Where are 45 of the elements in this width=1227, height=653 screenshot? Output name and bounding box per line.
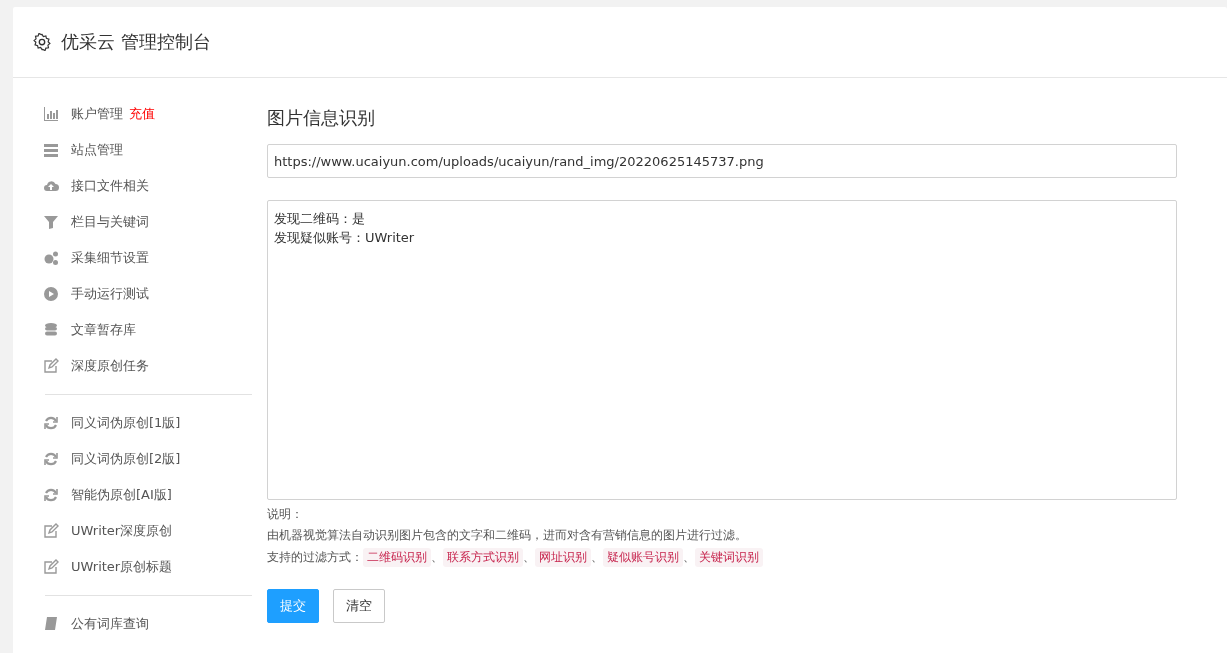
server-icon (43, 142, 59, 158)
sidebar-item[interactable]: 同义词伪原创[1版] (43, 405, 252, 441)
edit-icon (43, 559, 59, 575)
note-text: 由机器视觉算法自动识别图片包含的文字和二维码，进而对含有营销信息的图片进行过滤。 (267, 527, 748, 544)
methods-label: 支持的过滤方式： (267, 549, 363, 566)
sidebar-item[interactable]: 公有词库查询 (43, 606, 252, 642)
cloud-upload-icon (43, 178, 59, 194)
sidebar-item[interactable]: 栏目与关键词 (43, 204, 252, 240)
separator: 、 (591, 549, 603, 566)
sidebar-item[interactable]: UWriter深度原创 (43, 513, 252, 549)
sidebar-item[interactable]: 文章暂存库 (43, 312, 252, 348)
result-textarea[interactable]: 发现二维码：是 发现疑似账号：UWriter (267, 200, 1177, 500)
filter-icon (43, 214, 59, 230)
sidebar-item[interactable]: 手动运行测试 (43, 276, 252, 312)
edit-icon (43, 358, 59, 374)
sidebar-item[interactable]: 同义词伪原创[2版] (43, 441, 252, 477)
refresh-icon (43, 487, 59, 503)
sidebar-item[interactable]: 采集细节设置 (43, 240, 252, 276)
clear-button[interactable]: 清空 (333, 589, 385, 623)
settings-icon (33, 33, 51, 51)
bar-chart-icon (43, 106, 59, 122)
sidebar-item[interactable]: 智能伪原创[AI版] (43, 477, 252, 513)
separator: 、 (431, 549, 443, 566)
sidebar-item[interactable]: 深度原创任务 (43, 348, 252, 384)
url-field[interactable]: https://www.ucaiyun.com/uploads/ucaiyun/rand_img/20220625145737.png (267, 144, 1177, 178)
method-tag: 疑似账号识别 (603, 548, 683, 567)
note-label: 说明： (267, 506, 304, 523)
edit-icon (43, 523, 59, 539)
console-title: 优采云 管理控制台 (61, 30, 211, 54)
separator: 、 (683, 549, 695, 566)
play-icon (43, 286, 59, 302)
sidebar-item[interactable]: 接口文件相关 (43, 168, 252, 204)
method-tag: 关键词识别 (695, 548, 763, 567)
section-heading: 图片信息识别 (267, 106, 376, 130)
refresh-icon (43, 415, 59, 431)
sidebar-item[interactable]: UWriter原创标题 (43, 549, 252, 585)
recharge-link[interactable]: 充值 (129, 105, 155, 123)
database-icon (43, 322, 59, 338)
method-tag: 联系方式识别 (443, 548, 523, 567)
separator: 、 (523, 549, 535, 566)
method-tag: 二维码识别 (363, 548, 431, 567)
sidebar-item[interactable]: 站点管理 (43, 132, 252, 168)
method-tag: 网址识别 (535, 548, 591, 567)
sidebar-item[interactable]: 账户管理 充值 (43, 96, 252, 132)
refresh-icon (43, 451, 59, 467)
